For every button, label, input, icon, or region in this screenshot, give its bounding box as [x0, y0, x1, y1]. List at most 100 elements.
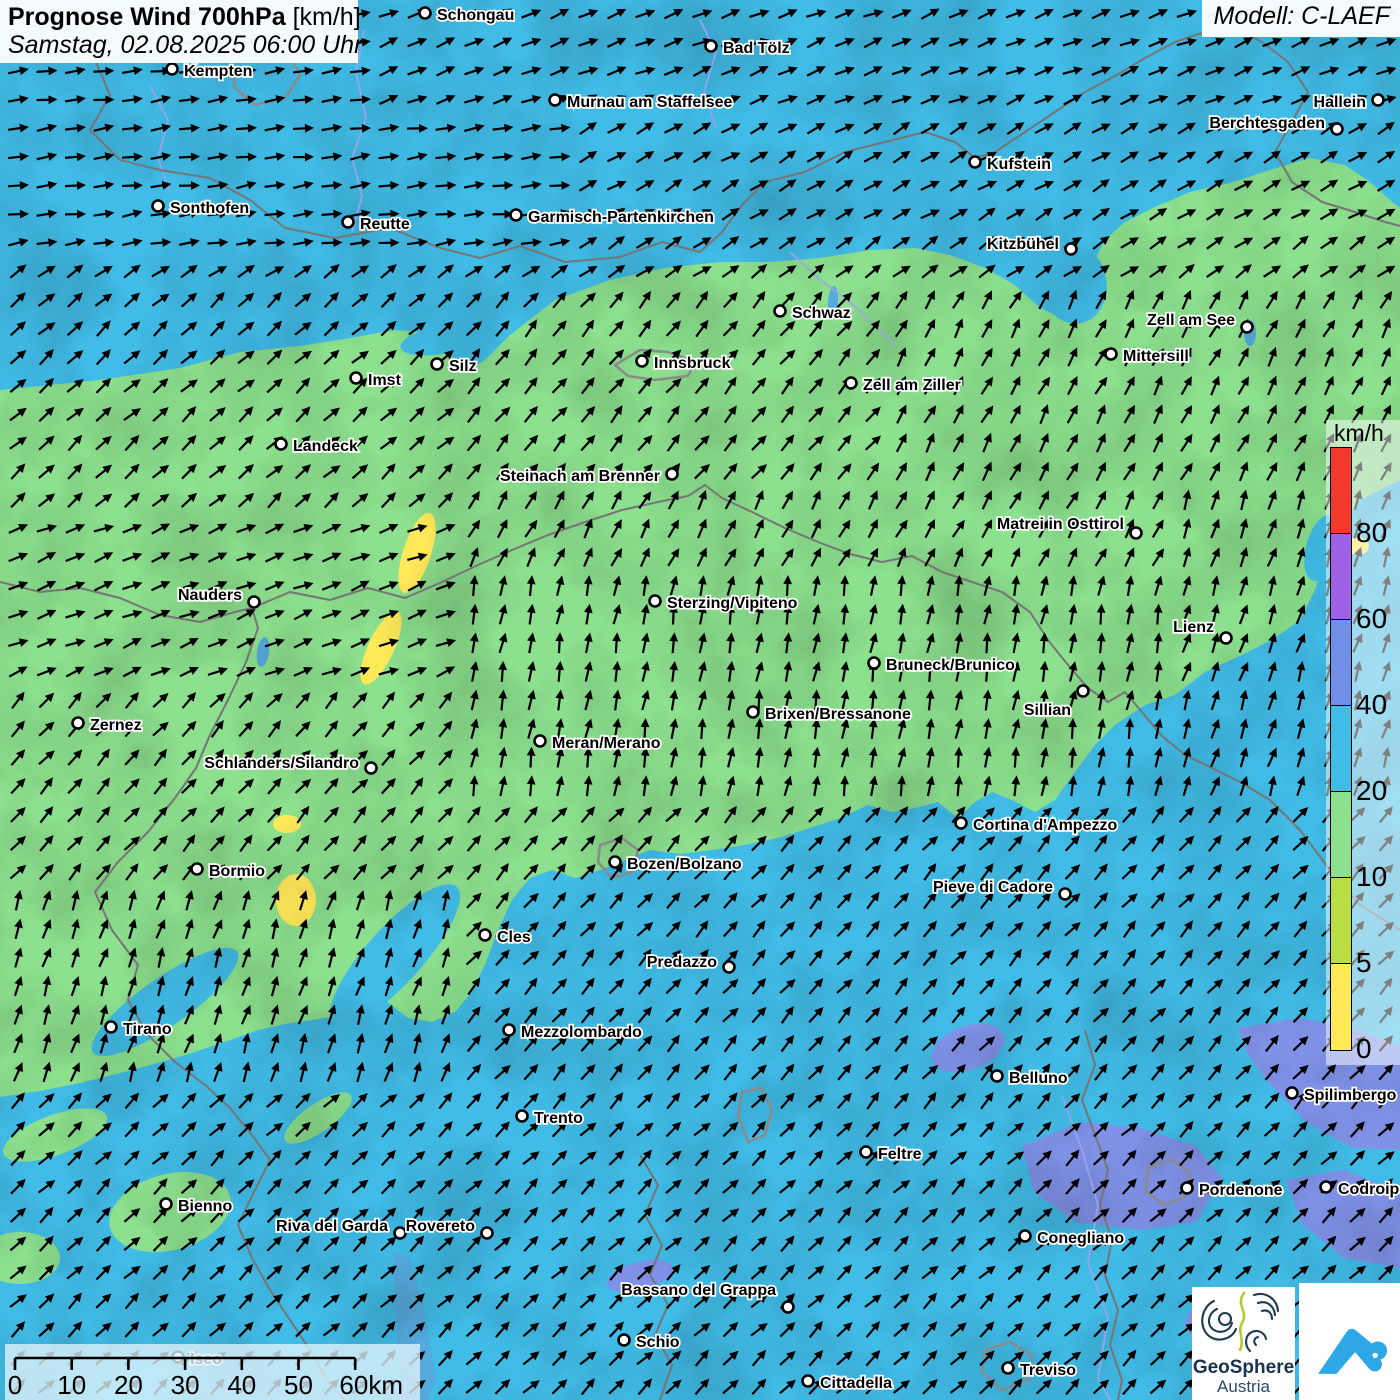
city-marker	[420, 8, 431, 19]
city-label: Cles	[497, 929, 531, 946]
city-marker	[161, 1199, 172, 1210]
legend-segment-80	[1331, 448, 1351, 534]
city-label: Spilimbergo	[1304, 1087, 1397, 1104]
scalebar-label: 50	[284, 1370, 313, 1400]
city-marker	[1373, 95, 1384, 106]
city-label: Riva del Garda	[276, 1218, 388, 1235]
city-marker	[395, 1228, 406, 1239]
city-marker	[167, 64, 178, 75]
city-label: Zernez	[90, 717, 142, 734]
city-marker	[517, 1111, 528, 1122]
city-marker	[1106, 349, 1117, 360]
city-sterzing-vipiteno: Sterzing/Vipiteno	[650, 595, 798, 612]
weather-map[interactable]: SchongauBad TölzKemptenMurnau am Staffel…	[0, 0, 1400, 1400]
forecast-datetime: Samstag, 02.08.2025 06:00 Uhr	[8, 31, 350, 59]
city-label: Bormio	[209, 863, 265, 880]
city-label: Hallein	[1314, 94, 1366, 111]
city-berchtesgaden: Berchtesgaden	[1209, 115, 1342, 135]
scalebar-label: 20	[114, 1370, 143, 1400]
city-label: Landeck	[293, 438, 358, 455]
city-label: Bad Tölz	[723, 40, 790, 57]
city-marker	[667, 469, 678, 480]
city-marker	[1221, 633, 1232, 644]
city-marker	[956, 818, 967, 829]
city-marker	[1332, 124, 1343, 135]
weather-app-logo-box	[1299, 1283, 1400, 1400]
city-marker	[861, 1147, 872, 1158]
city-label: Murnau am Staffelsee	[567, 94, 732, 111]
city-label: Zell am See	[1147, 312, 1235, 329]
legend-tick-label: 60	[1356, 605, 1387, 633]
city-label: Kitzbühel	[987, 236, 1059, 253]
city-label: Meran/Merano	[552, 735, 661, 752]
legend-segment-40	[1331, 620, 1351, 706]
city-label: Steinach am Brenner	[500, 468, 660, 485]
city-label: Rovereto	[406, 1218, 476, 1235]
city-label: Pordenone	[1199, 1182, 1283, 1199]
city-label: Schwaz	[792, 305, 851, 322]
city-marker	[511, 210, 522, 221]
city-label: Lienz	[1173, 619, 1214, 636]
city-marker	[343, 217, 354, 228]
legend-color-bar	[1330, 447, 1352, 1051]
city-marker	[106, 1022, 117, 1033]
city-marker	[1020, 1231, 1031, 1242]
city-label: Berchtesgaden	[1209, 115, 1325, 132]
city-label: Schio	[636, 1334, 680, 1351]
city-label: Bozen/Bolzano	[627, 856, 742, 873]
legend-tick-label: 5	[1356, 949, 1372, 977]
city-bozen-bolzano: Bozen/Bolzano	[610, 856, 742, 873]
city-label: Kufstein	[987, 156, 1051, 173]
city-marker	[276, 439, 287, 450]
city-marker	[706, 41, 717, 52]
city-label: Belluno	[1009, 1070, 1068, 1087]
city-marker	[610, 857, 621, 868]
map-title-panel: Prognose Wind 700hPa [km/h] Samstag, 02.…	[0, 0, 358, 63]
city-steinach-am-brenner: Steinach am Brenner	[500, 468, 678, 485]
city-marker	[992, 1071, 1003, 1082]
city-meran-merano: Meran/Merano	[535, 735, 661, 752]
scalebar-label: 60km	[339, 1370, 403, 1400]
mountain-cloud-icon	[1308, 1300, 1392, 1384]
title-unit: [km/h]	[286, 3, 361, 31]
city-mezzolombardo: Mezzolombardo	[504, 1024, 643, 1041]
city-marker	[724, 962, 735, 973]
city-marker	[783, 1302, 794, 1313]
city-garmisch-partenkirchen: Garmisch-Partenkirchen	[511, 209, 714, 226]
geosphere-country: Austria	[1192, 1378, 1295, 1397]
city-schlanders-silandro: Schlanders/Silandro	[204, 755, 376, 774]
page-title: Prognose Wind 700hPa [km/h]	[8, 3, 350, 31]
city-label: Conegliano	[1037, 1230, 1124, 1247]
city-label: Nauders	[178, 587, 242, 604]
city-label: Silz	[449, 358, 477, 375]
legend-segment-5	[1331, 878, 1351, 964]
city-marker	[619, 1335, 630, 1346]
city-marker	[748, 707, 759, 718]
city-marker	[1321, 1182, 1332, 1193]
city-murnau-am-staffelsee: Murnau am Staffelsee	[550, 94, 733, 111]
city-marker	[637, 356, 648, 367]
city-marker	[153, 201, 164, 212]
city-marker	[73, 718, 84, 729]
city-label: Mezzolombardo	[521, 1024, 642, 1041]
city-label: Garmisch-Partenkirchen	[528, 209, 714, 226]
model-label: Modell: C-LAEF	[1214, 2, 1390, 30]
city-label: Sterzing/Vipiteno	[667, 595, 798, 612]
legend-tick-label: 40	[1356, 691, 1387, 719]
city-marker	[803, 1376, 814, 1387]
city-marker	[1287, 1088, 1298, 1099]
city-marker	[775, 306, 786, 317]
legend-segment-10	[1331, 792, 1351, 878]
legend-tick-label: 20	[1356, 777, 1387, 805]
city-label: Bienno	[178, 1198, 232, 1215]
city-label: Trento	[534, 1110, 583, 1127]
geosphere-logo-box: GeoSphere Austria	[1192, 1287, 1295, 1400]
city-marker	[1003, 1363, 1014, 1374]
city-label: Predazzo	[647, 954, 717, 971]
scalebar-label: 10	[57, 1370, 86, 1400]
legend-segment-0	[1331, 964, 1351, 1050]
city-label: Sonthofen	[170, 200, 249, 217]
legend-tick-label: 0	[1356, 1035, 1372, 1063]
city-label: Codroipo	[1338, 1181, 1400, 1198]
city-label: Cittadella	[820, 1375, 892, 1392]
